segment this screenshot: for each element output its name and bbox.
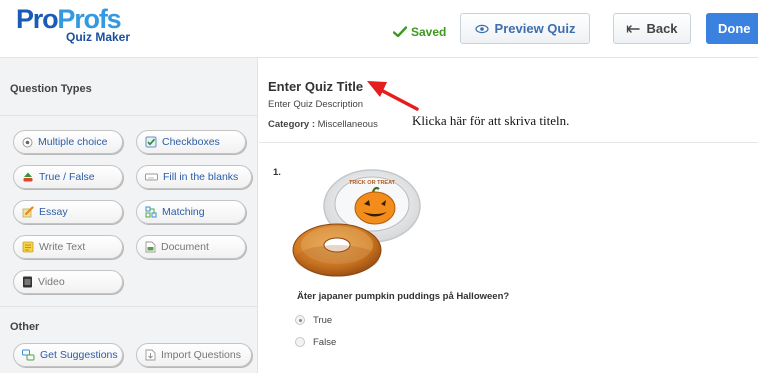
- matching-label: Matching: [162, 206, 205, 218]
- essay-label: Essay: [39, 206, 68, 218]
- sidebar-divider: [0, 306, 258, 307]
- write-text-button[interactable]: Write Text: [13, 235, 123, 259]
- answer-option-label: False: [313, 336, 337, 348]
- checkboxes-button[interactable]: Checkboxes: [136, 130, 246, 154]
- matching-button[interactable]: Matching: [136, 200, 246, 224]
- true-false-label: True / False: [39, 171, 95, 183]
- category-value: Miscellaneous: [317, 119, 378, 130]
- question-types-sidebar: Question Types Multiple choice Checkboxe…: [0, 58, 258, 373]
- quiz-title[interactable]: Enter Quiz Title: [268, 79, 363, 94]
- answer-option-label: True: [313, 314, 333, 326]
- fill-in-the-blanks-label: Fill in the blanks: [163, 171, 239, 183]
- video-label: Video: [38, 276, 65, 288]
- suggestions-icon: [22, 349, 35, 361]
- answer-option[interactable]: True: [295, 314, 332, 326]
- video-button[interactable]: Video: [13, 270, 123, 294]
- write-text-label: Write Text: [39, 241, 86, 253]
- import-questions-label: Import Questions: [161, 349, 241, 361]
- document-icon: [145, 241, 156, 253]
- proprofs-logo[interactable]: ProProfs Quiz Maker: [14, 3, 144, 53]
- multiple-choice-button[interactable]: Multiple choice: [13, 130, 123, 154]
- get-suggestions-button[interactable]: Get Suggestions: [13, 343, 123, 367]
- question-types-heading: Question Types: [10, 83, 92, 95]
- back-button[interactable]: Back: [613, 13, 691, 44]
- preview-quiz-label: Preview Quiz: [494, 21, 576, 36]
- fill-in-the-blanks-button[interactable]: Fill in the blanks: [136, 165, 252, 189]
- eye-icon: [474, 24, 489, 33]
- true-false-button[interactable]: True / False: [13, 165, 123, 189]
- checkboxes-label: Checkboxes: [162, 136, 220, 148]
- quiz-category[interactable]: Category : Miscellaneous: [268, 119, 378, 130]
- matching-icon: [145, 206, 157, 218]
- radio-button[interactable]: [295, 337, 305, 347]
- sidebar-divider: [0, 115, 258, 116]
- category-label: Category :: [268, 119, 315, 130]
- radio-icon: [22, 137, 33, 147]
- question-number: 1.: [273, 167, 281, 178]
- saved-status: Saved: [393, 24, 446, 40]
- question-image[interactable]: TRICK OR TREAT: [287, 164, 437, 286]
- quiz-editor: Enter Quiz Title Enter Quiz Description …: [259, 58, 758, 373]
- checkmark-icon: [393, 26, 407, 38]
- essay-button[interactable]: Essay: [13, 200, 123, 224]
- back-arrow-icon: [627, 24, 641, 33]
- multiple-choice-label: Multiple choice: [38, 136, 108, 148]
- import-icon: [145, 349, 156, 361]
- radio-button-selected[interactable]: [295, 315, 305, 325]
- annotation-text: Klicka här för att skriva titeln.: [412, 113, 570, 128]
- document-button[interactable]: Document: [136, 235, 246, 259]
- done-button[interactable]: Done: [706, 13, 758, 44]
- question-text[interactable]: Äter japaner pumpkin puddings på Hallowe…: [297, 291, 509, 302]
- checkbox-icon: [145, 136, 157, 148]
- pencil-icon: [22, 206, 34, 218]
- blank-field-icon: [145, 173, 158, 181]
- annotation-arrow-icon: [367, 81, 419, 111]
- film-icon: [23, 276, 32, 288]
- thumbs-icon: [23, 172, 33, 182]
- note-icon: [22, 241, 34, 253]
- document-label: Document: [161, 241, 209, 253]
- import-questions-button[interactable]: Import Questions: [136, 343, 252, 367]
- back-label: Back: [646, 21, 678, 36]
- title-divider: [259, 142, 758, 143]
- preview-quiz-button[interactable]: Preview Quiz: [460, 13, 590, 44]
- get-suggestions-label: Get Suggestions: [40, 349, 118, 361]
- answer-option[interactable]: False: [295, 336, 336, 348]
- quiz-description[interactable]: Enter Quiz Description: [268, 99, 363, 110]
- lid-text: TRICK OR TREAT: [349, 180, 396, 186]
- other-heading: Other: [10, 321, 40, 333]
- done-label: Done: [718, 21, 751, 36]
- logo-subtitle: Quiz Maker: [66, 30, 131, 44]
- saved-label: Saved: [411, 25, 447, 39]
- top-bar: ProProfs Quiz Maker Saved Preview Quiz B…: [0, 0, 758, 58]
